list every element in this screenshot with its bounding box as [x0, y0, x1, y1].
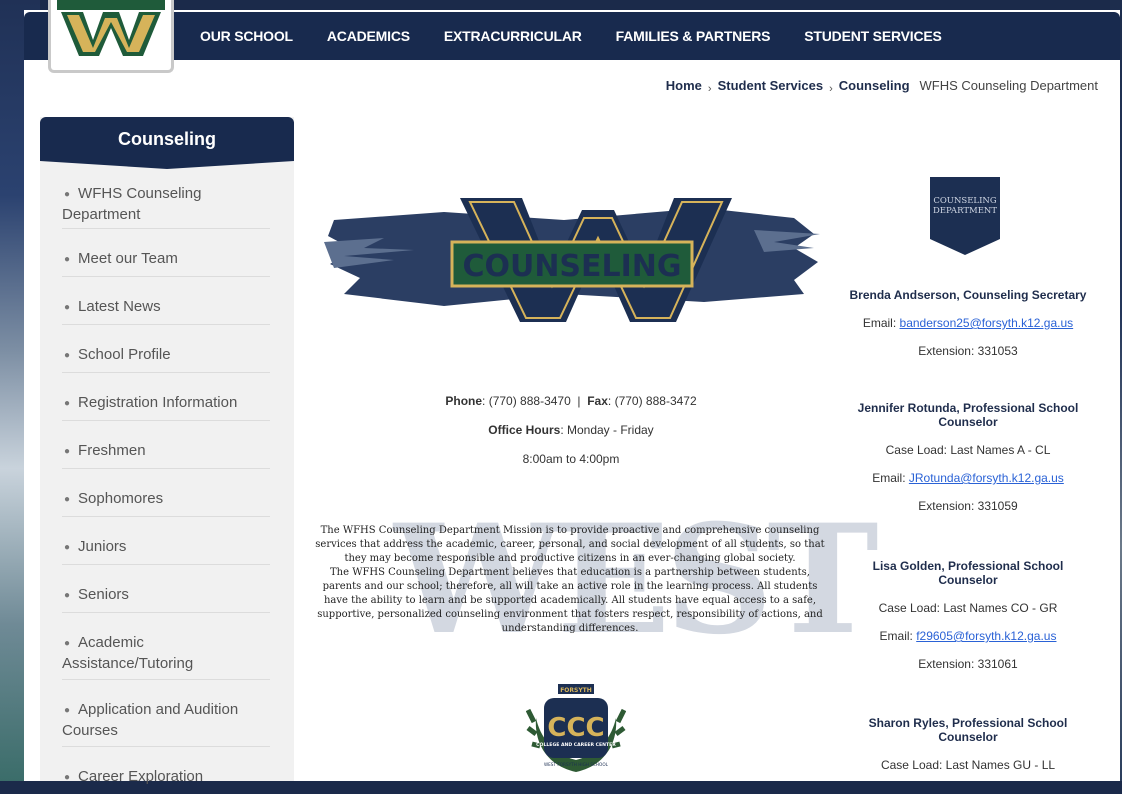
sidebar-item-juniors[interactable]: ● Juniors [62, 517, 270, 565]
staff-card-jennifer-rotunda: Jennifer Rotunda, Professional School Co… [844, 401, 1092, 513]
sidebar-item-academic-assistance-tutoring[interactable]: ● Academic Assistance/Tutoring [62, 613, 270, 680]
staff-card-brenda-andserson: Brenda Andserson, Counseling Secretary E… [844, 288, 1092, 358]
office-hours-days: : Monday - Friday [560, 423, 654, 437]
sidebar-item-label: Seniors [78, 586, 129, 603]
staff-name: Brenda Andserson, Counseling Secretary [849, 288, 1087, 302]
badge-line-1: COUNSELING [933, 196, 997, 206]
sidebar-item-sophomores[interactable]: ● Sophomores [62, 469, 270, 517]
bullet-icon: ● [64, 398, 71, 409]
staff-email-link[interactable]: banderson25@forsyth.k12.ga.us [900, 316, 1074, 330]
breadcrumb-separator: › [829, 82, 833, 95]
sidebar-title: Counseling [40, 117, 294, 169]
sidebar-item-seniors[interactable]: ● Seniors [62, 565, 270, 613]
bullet-icon: ● [64, 638, 71, 649]
email-label: Email: [872, 471, 909, 485]
sidebar-item-label: Meet our Team [78, 250, 178, 267]
office-contact-info: Phone: (770) 888-3470 | Fax: (770) 888-3… [324, 394, 818, 466]
ccc-top-text: FORSYTH [560, 687, 592, 694]
mission-paragraph: The WFHS Counseling Department Mission i… [315, 525, 825, 564]
nav-academics[interactable]: ACADEMICS [327, 28, 410, 44]
staff-card-lisa-golden: Lisa Golden, Professional School Counsel… [844, 559, 1092, 671]
staff-name: Jennifer Rotunda, Professional School Co… [857, 401, 1079, 429]
sidebar-item-career-exploration[interactable]: ● Career Exploration [62, 747, 270, 794]
sidebar-item-label: Sophomores [78, 490, 164, 507]
sidebar-item-label: WFHS Counseling Department [62, 185, 202, 223]
breadcrumb-home[interactable]: Home [666, 78, 702, 93]
staff-card-sharon-ryles: Sharon Ryles, Professional School Counse… [844, 716, 1092, 772]
nav-student-services[interactable]: STUDENT SERVICES [804, 28, 942, 44]
nav-menu: OUR SCHOOL ACADEMICS EXTRACURRICULAR FAM… [200, 12, 976, 60]
sidebar-item-school-profile[interactable]: ● School Profile [62, 325, 270, 373]
ccc-ring-text: COLLEGE AND CAREER CENTER [536, 742, 616, 748]
mission-statement: WEST The WFHS Counseling Department Miss… [314, 500, 878, 675]
school-logo[interactable] [48, 0, 174, 73]
sidebar-item-label: School Profile [78, 346, 171, 363]
bullet-icon: ● [64, 542, 71, 553]
fax-label: Fax [587, 394, 608, 408]
sidebar-item-label: Application and Audition Courses [62, 701, 239, 739]
bullet-icon: ● [64, 254, 71, 265]
top-navigation: OUR SCHOOL ACADEMICS EXTRACURRICULAR FAM… [24, 12, 1120, 60]
staff-extension: Extension: 331053 [918, 344, 1018, 358]
staff-email-link[interactable]: JRotunda@forsyth.k12.ga.us [909, 471, 1064, 485]
office-hours-time: 8:00am to 4:00pm [522, 452, 620, 466]
phone-number: : (770) 888-3470 | [482, 394, 588, 408]
staff-extension: Extension: 331059 [918, 499, 1018, 513]
belief-paragraph: The WFHS Counseling Department believes … [317, 567, 823, 634]
bullet-icon: ● [64, 772, 71, 783]
office-hours-label: Office Hours [488, 423, 561, 437]
sidebar-item-label: Latest News [78, 298, 161, 315]
bullet-icon: ● [64, 705, 71, 716]
sidebar-item-label: Academic Assistance/Tutoring [62, 634, 194, 672]
breadcrumb-current: WFHS Counseling Department [919, 78, 1098, 93]
bullet-icon: ● [64, 302, 71, 313]
sidebar-item-application-audition-courses[interactable]: ● Application and Audition Courses [62, 680, 270, 747]
badge-line-2: DEPARTMENT [933, 206, 997, 216]
staff-name: Sharon Ryles, Professional School Counse… [868, 716, 1068, 744]
bullet-icon: ● [64, 189, 71, 200]
counseling-banner-image: COUNSELING [324, 190, 820, 335]
phone-label: Phone [445, 394, 483, 408]
sidebar-item-label: Registration Information [78, 394, 238, 411]
staff-caseload: Case Load: Last Names A - CL [885, 443, 1051, 457]
counseling-department-badge: COUNSELING DEPARTMENT [930, 177, 1000, 262]
sidebar-item-registration-information[interactable]: ● Registration Information [62, 373, 270, 421]
ccc-school-text: WEST FORSYTH HIGH SCHOOL [544, 762, 609, 767]
page: OUR SCHOOL ACADEMICS EXTRACURRICULAR FAM… [24, 0, 1120, 785]
breadcrumb-counseling[interactable]: Counseling [839, 78, 910, 93]
sidebar-item-label: Juniors [78, 538, 127, 555]
ccc-letters: CCC [547, 713, 604, 743]
staff-caseload: Case Load: Last Names CO - GR [878, 601, 1058, 615]
sidebar-item-freshmen[interactable]: ● Freshmen [62, 421, 270, 469]
fax-number: : (770) 888-3472 [607, 394, 697, 408]
email-label: Email: [879, 629, 917, 643]
sidebar-item-meet-our-team[interactable]: ● Meet our Team [62, 229, 270, 277]
banner-text: COUNSELING [462, 249, 681, 284]
staff-extension: Extension: 331061 [918, 657, 1018, 671]
sidebar-item-wfhs-counseling-department[interactable]: ● WFHS Counseling Department [62, 183, 270, 229]
sidebar-item-label: Career Exploration [78, 768, 204, 785]
bullet-icon: ● [64, 494, 71, 505]
sidebar-item-latest-news[interactable]: ● Latest News [62, 277, 270, 325]
nav-extracurricular[interactable]: EXTRACURRICULAR [444, 28, 582, 44]
college-career-center-logo: FORSYTH CCC COLLEGE AND CAREER CENTER WE… [525, 678, 627, 783]
bullet-icon: ● [64, 350, 71, 361]
staff-name: Lisa Golden, Professional School Counsel… [872, 559, 1064, 587]
nav-our-school[interactable]: OUR SCHOOL [200, 28, 293, 44]
email-label: Email: [862, 316, 900, 330]
nav-families-partners[interactable]: FAMILIES & PARTNERS [616, 28, 771, 44]
bullet-icon: ● [64, 590, 71, 601]
breadcrumb-student-services[interactable]: Student Services [718, 78, 824, 93]
sidebar: Counseling ● WFHS Counseling Department ●… [40, 117, 294, 785]
bullet-icon: ● [64, 446, 71, 457]
breadcrumb: Home › Student Services › Counseling WFH… [666, 78, 1098, 95]
sidebar-menu: ● WFHS Counseling Department ● Meet our Te… [62, 183, 270, 794]
sidebar-item-label: Freshmen [78, 442, 146, 459]
breadcrumb-separator: › [707, 82, 712, 95]
staff-caseload: Case Load: Last Names GU - LL [880, 758, 1056, 772]
staff-email-link[interactable]: f29605@forsyth.k12.ga.us [916, 629, 1056, 643]
